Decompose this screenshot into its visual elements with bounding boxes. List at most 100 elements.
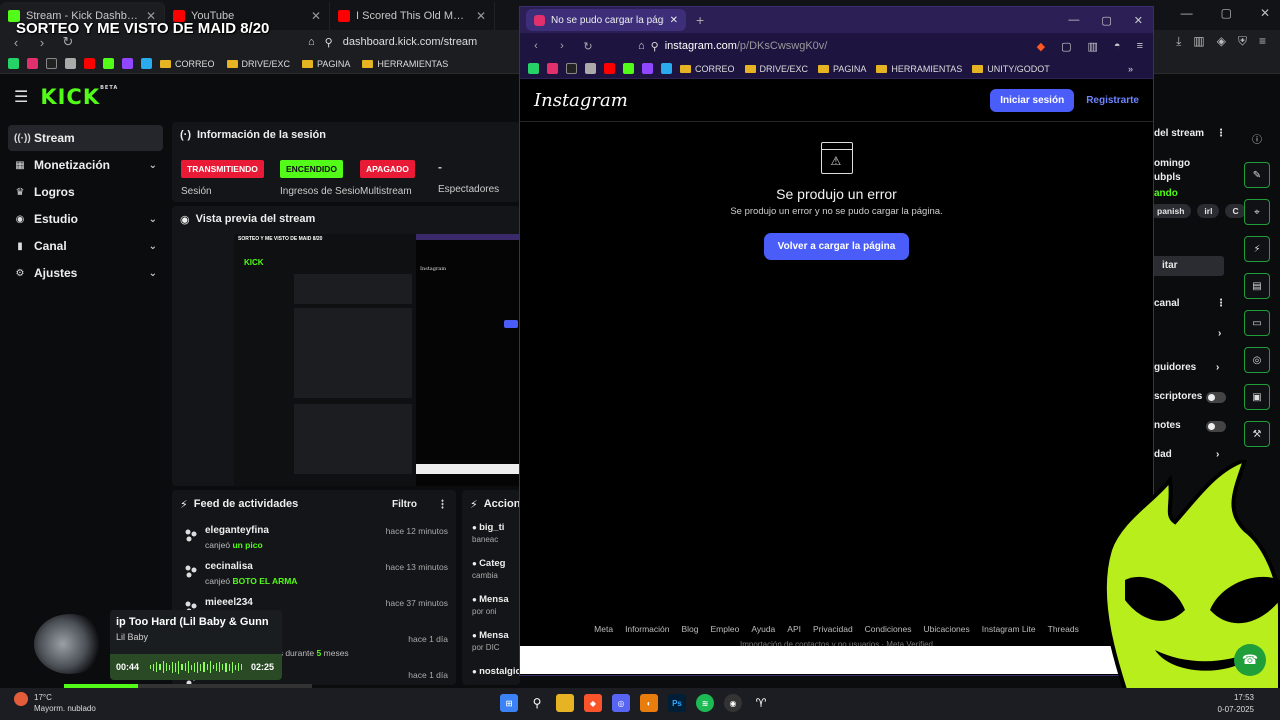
media-icon[interactable]: ▢ <box>1061 40 1071 53</box>
discord-icon[interactable]: ◎ <box>612 694 630 712</box>
back-icon[interactable]: ‹ <box>526 40 546 52</box>
maximize-icon[interactable]: ▢ <box>1221 6 1232 20</box>
sidebar-item-3[interactable]: ◉ Estudio ⌄ <box>8 206 163 232</box>
chevron-right-icon[interactable]: › <box>1216 362 1219 373</box>
sidebar-item-1[interactable]: ▦ Monetización ⌄ <box>8 152 163 178</box>
minimize-icon[interactable]: — <box>1068 14 1079 27</box>
kick-icon[interactable] <box>103 58 114 69</box>
chevron-down-icon[interactable]: ⌄ <box>149 241 157 252</box>
whatsapp-icon[interactable] <box>528 63 539 74</box>
new-tab-icon[interactable]: + <box>696 12 704 28</box>
support-icon[interactable]: ☎ <box>1234 644 1266 676</box>
more-bookmarks-icon[interactable]: » <box>1128 64 1133 74</box>
sidebar-icon[interactable]: ▥ <box>1193 34 1204 49</box>
start-icon[interactable]: ⊞ <box>500 694 518 712</box>
vpn-icon[interactable]: ⛨ <box>1238 34 1247 49</box>
emotes-only-toggle[interactable] <box>1206 421 1226 432</box>
wrench-icon[interactable]: ⚒ <box>1244 421 1270 447</box>
close-tab-icon[interactable]: ✕ <box>476 9 486 23</box>
edit-icon[interactable]: ✎ <box>1244 162 1270 188</box>
stream-tag[interactable]: C <box>1225 204 1246 218</box>
sidebar-item-5[interactable]: ⚙ Ajustes ⌄ <box>8 260 163 286</box>
browser-tab[interactable]: I Scored This Old MacBook Pro For F ✕ <box>330 2 495 30</box>
menu-icon[interactable]: ≡ <box>1137 40 1143 53</box>
broadcast-icon[interactable]: ◎ <box>1244 347 1270 373</box>
footer-link[interactable]: Privacidad <box>813 624 853 634</box>
download-icon[interactable]: ⤓ <box>1176 34 1181 49</box>
more-options-icon[interactable] <box>441 499 444 509</box>
followers-row[interactable]: guidores <box>1154 362 1196 373</box>
edit-stream-button[interactable]: itar <box>1150 256 1224 276</box>
stream-tag[interactable]: panish <box>1150 204 1192 218</box>
footer-link[interactable]: Información <box>625 624 669 634</box>
ig-url-field[interactable]: ⌂ ⚲ instagram.com/p/DKsCwswgK0v/ <box>638 40 827 53</box>
register-link[interactable]: Registrarte <box>1086 95 1139 106</box>
apple-icon[interactable] <box>585 63 596 74</box>
bookmark-folder[interactable]: DRIVE/EXC <box>744 64 808 74</box>
feed-username[interactable]: eleganteyfina <box>205 525 269 536</box>
bookmark-folder[interactable]: PAGINA <box>302 59 350 69</box>
footer-link[interactable]: Ayuda <box>751 624 775 634</box>
close-icon[interactable]: ✕ <box>1134 14 1143 27</box>
chat-icon[interactable]: ▭ <box>1244 310 1270 336</box>
minimize-icon[interactable]: — <box>1181 6 1193 20</box>
stream-tag[interactable]: irl <box>1197 204 1220 218</box>
kick-icon[interactable] <box>623 63 634 74</box>
bookmark-folder[interactable]: PAGINA <box>818 64 866 74</box>
chevron-right-icon[interactable]: › <box>1218 328 1221 339</box>
stream-preview-video[interactable]: SORTEO Y ME VISTO DE MAID 8/20 KICK Inst… <box>234 234 520 486</box>
kick-logo[interactable]: KICKBETA <box>40 85 118 109</box>
footer-link[interactable]: Instagram Lite <box>982 624 1036 634</box>
footer-link[interactable]: API <box>787 624 801 634</box>
footer-link[interactable]: Condiciones <box>865 624 912 634</box>
chevron-down-icon[interactable]: ⌄ <box>149 160 157 171</box>
bookmark-folder[interactable]: CORREO <box>680 64 735 74</box>
wallet-icon[interactable]: ◈ <box>1217 34 1226 49</box>
chevron-right-icon[interactable]: › <box>1216 449 1219 460</box>
url-field[interactable]: ⌂ ⚲ dashboard.kick.com/stream <box>308 36 477 49</box>
blender-icon[interactable]: ◐ <box>640 694 658 712</box>
x-icon[interactable] <box>46 58 57 69</box>
app-icon[interactable]: ♈ <box>752 694 770 712</box>
ig-tab[interactable]: No se pudo cargar la página • In ✕ <box>526 9 686 31</box>
more-options-icon[interactable]: ⋮ <box>1216 298 1226 309</box>
sidebar-item-4[interactable]: ▮ Canal ⌄ <box>8 233 163 259</box>
capture-icon[interactable]: ⌖ <box>1244 199 1270 225</box>
footer-link[interactable]: Empleo <box>711 624 740 634</box>
layout-icon[interactable]: ▣ <box>1244 384 1270 410</box>
instagram-icon[interactable] <box>547 63 558 74</box>
close-icon[interactable]: ✕ <box>1260 6 1270 20</box>
footer-link[interactable]: Ubicaciones <box>923 624 969 634</box>
bookmark-icon[interactable]: ⌂ <box>308 36 315 48</box>
twitch-icon[interactable] <box>122 58 133 69</box>
photoshop-icon[interactable]: Ps <box>668 694 686 712</box>
info-icon[interactable]: ⓘ <box>1244 125 1270 151</box>
maximize-icon[interactable]: ▢ <box>1101 14 1111 27</box>
x-icon[interactable] <box>566 63 577 74</box>
bookmark-icon[interactable]: ⌂ <box>638 40 645 52</box>
brave-icon[interactable]: ◆ <box>584 694 602 712</box>
telegram-icon[interactable] <box>141 58 152 69</box>
subscribers-only-toggle[interactable] <box>1206 392 1226 403</box>
menu-icon[interactable]: ≡ <box>1259 34 1266 49</box>
close-tab-icon[interactable]: ✕ <box>670 15 678 26</box>
obs-icon[interactable]: ◉ <box>724 694 742 712</box>
search-icon[interactable]: ⚲ <box>528 694 546 712</box>
youtube-icon[interactable] <box>84 58 95 69</box>
site-info-icon[interactable]: ⚲ <box>651 40 659 53</box>
bookmark-folder[interactable]: HERRAMIENTAS <box>362 59 448 69</box>
system-clock[interactable]: 17:53 0-07-2025 <box>1218 692 1254 716</box>
more-options-icon[interactable]: ⋮ <box>1216 128 1226 139</box>
chevron-down-icon[interactable]: ⌄ <box>149 214 157 225</box>
bookmark-folder[interactable]: UNITY/GODOT <box>972 64 1050 74</box>
footer-link[interactable]: Meta <box>594 624 613 634</box>
footer-link[interactable]: Threads <box>1048 624 1079 634</box>
login-button[interactable]: Iniciar sesión <box>990 89 1075 112</box>
private-icon[interactable]: ◓ <box>1114 40 1121 53</box>
bookmark-folder[interactable]: CORREO <box>160 59 215 69</box>
feed-username[interactable]: mieeel234 <box>205 597 253 608</box>
brave-shield-icon[interactable]: ◆ <box>1037 40 1045 53</box>
telegram-icon[interactable] <box>661 63 672 74</box>
site-info-icon[interactable]: ⚲ <box>325 36 333 49</box>
spotify-icon[interactable]: ≋ <box>696 694 714 712</box>
